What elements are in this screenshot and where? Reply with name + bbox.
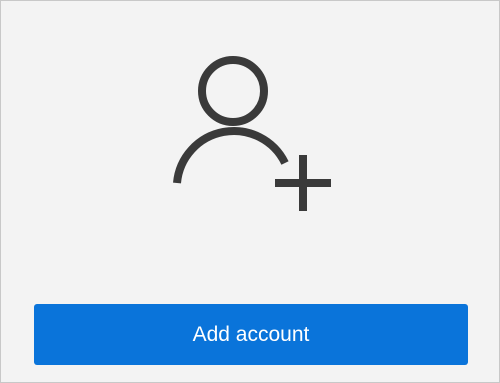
- add-user-icon: [167, 55, 337, 217]
- add-account-button[interactable]: Add account: [34, 304, 468, 365]
- add-account-panel: Add account: [0, 0, 500, 383]
